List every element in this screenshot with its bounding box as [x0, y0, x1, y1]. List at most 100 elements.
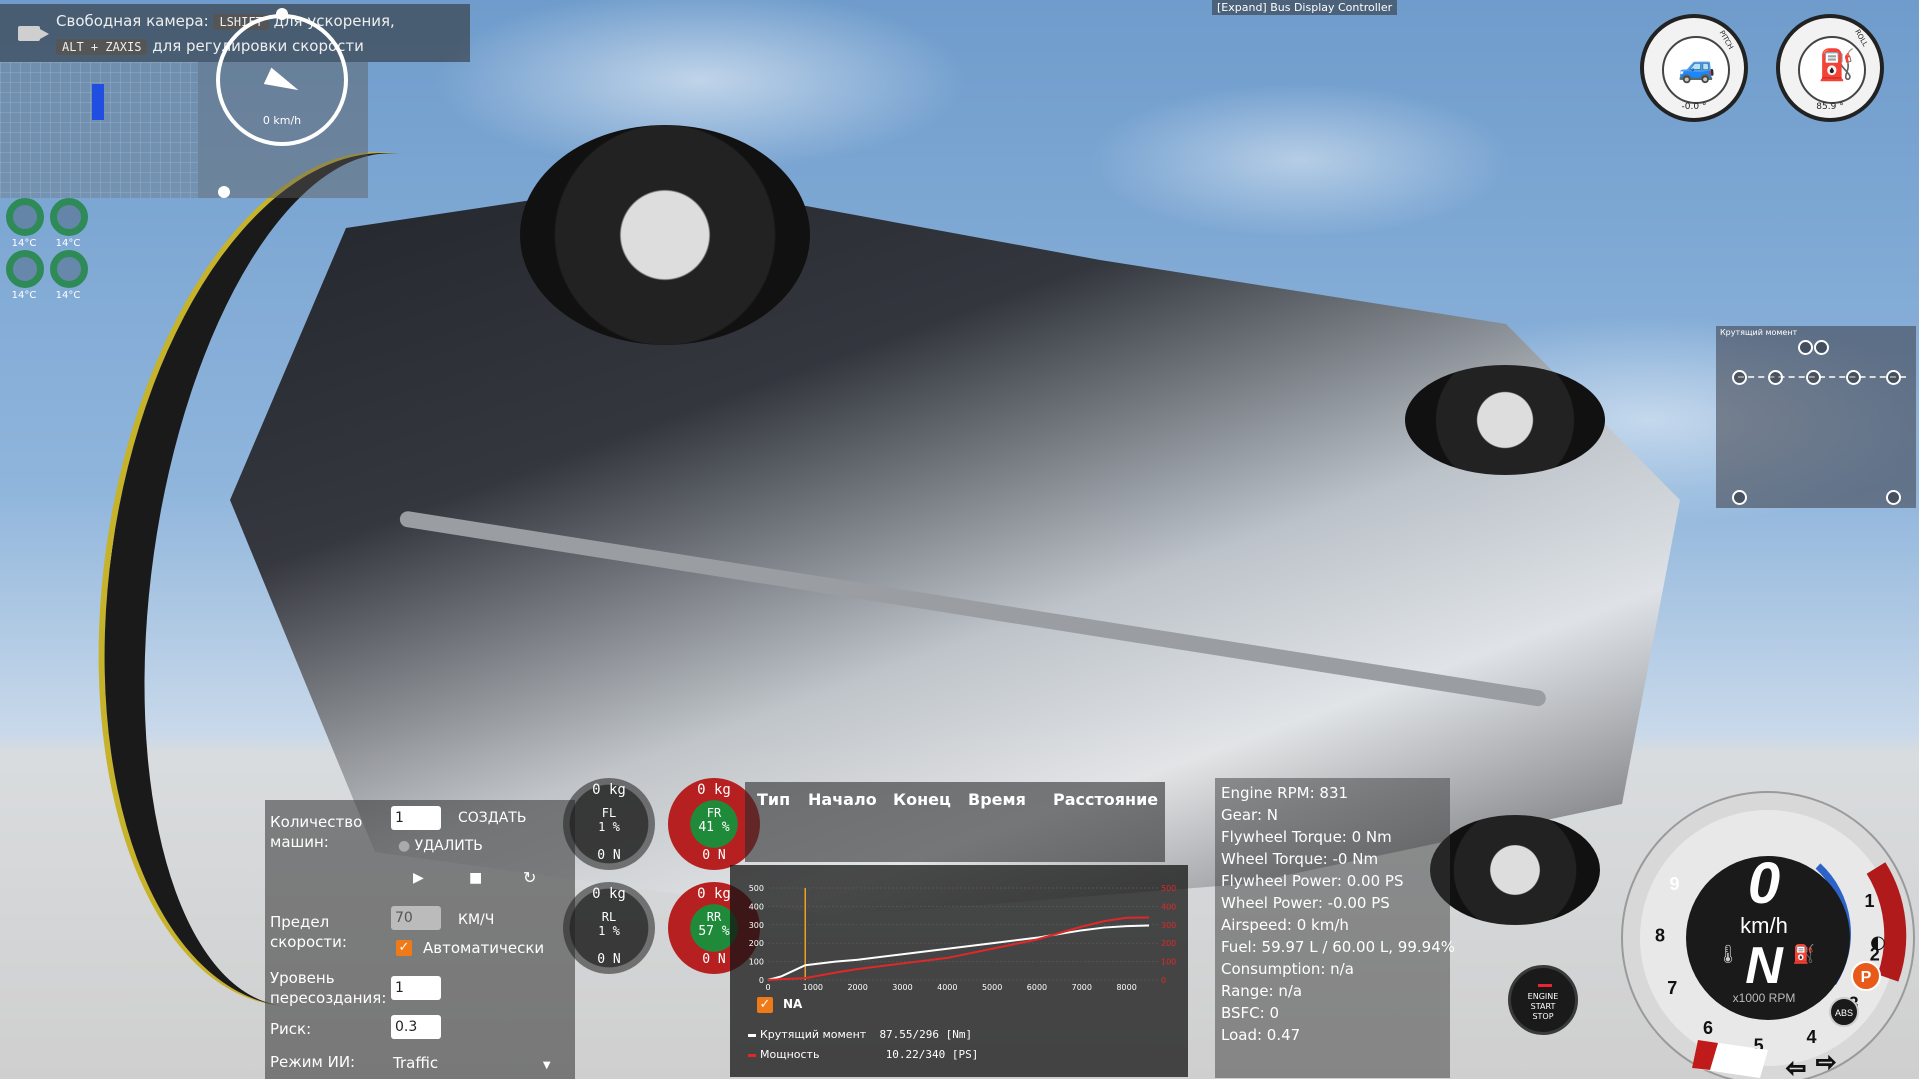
stat-flywheel-torque: Flywheel Torque: 0 Nm [1221, 828, 1392, 846]
pitch-gauge: 🚙 PITCH -0.0 ° [1640, 14, 1748, 122]
y-tick-label: 100 [749, 958, 764, 967]
stat-consumption: Consumption: n/a [1221, 960, 1354, 978]
pitch-value: -0.0 ° [1681, 102, 1707, 112]
stat-airspeed: Airspeed: 0 km/h [1221, 916, 1349, 934]
legend-torque: Крутящий момент 87.55/296 [Nm] [748, 1028, 972, 1041]
gearbox-icon [1798, 340, 1813, 355]
gauge-unit: km/h [1740, 913, 1788, 938]
remove-button[interactable]: ● УДАЛИТЬ [398, 838, 483, 854]
turn-right-icon: ⇨ [1816, 1048, 1836, 1076]
speed-needle-icon [263, 67, 303, 99]
y-tick-label: 400 [749, 902, 764, 911]
stat-gear: Gear: N [1221, 806, 1278, 824]
lower-tire [1430, 815, 1600, 925]
speed-unit: КМ/Ч [458, 912, 495, 928]
engine-stats: Engine RPM: 831 Gear: N Flywheel Torque:… [1215, 778, 1455, 1078]
header-type: Тип [757, 790, 791, 809]
ai-mode-label: Режим ИИ: [270, 1053, 356, 1071]
fuel-pump-icon: ⛽ [1793, 943, 1815, 965]
legend-power: Мощность 10.22/340 [PS] [748, 1048, 978, 1061]
stop-button[interactable]: ■ [469, 870, 482, 886]
engine-start-stop-button[interactable]: ENGINE START STOP [1508, 965, 1578, 1035]
y-tick-label: 300 [749, 921, 764, 930]
gauge-tick-label: 8 [1655, 926, 1665, 946]
auto-label: Автоматически [423, 939, 545, 957]
dyno-plot: 010020030040050001002003004005000 1000 200… [749, 884, 1177, 990]
headlight-icon: ◐ [1870, 932, 1886, 953]
y-tick-label: 200 [749, 939, 764, 948]
gauge-rpm-label: x1000 RPM [1733, 991, 1796, 1005]
y2-tick-label: 300 [1161, 921, 1176, 930]
torque-widget-title: Крутящий момент [1720, 328, 1798, 337]
refresh-button[interactable]: ↻ [523, 868, 536, 887]
minimap[interactable] [0, 62, 198, 198]
x-tick-label: 5000 [982, 983, 1002, 990]
wheel-node-icon [1732, 490, 1747, 505]
y2-tick-label: 200 [1161, 939, 1176, 948]
center-diff-icon [1806, 370, 1821, 385]
camera-title: Свободная камера: [56, 12, 209, 30]
rear-tire [1405, 365, 1605, 475]
risk-input[interactable]: 0.3 [391, 1015, 441, 1039]
y2-tick-label: 0 [1161, 976, 1166, 985]
tire-temp-rr: 14°C [46, 248, 90, 308]
tire-temp-fr: 14°C [46, 196, 90, 256]
gauge-tick-label: 9 [1669, 874, 1679, 894]
header-distance: Расстояние [1053, 790, 1159, 809]
car-side-icon: 🚙 [1678, 50, 1716, 85]
tire-temp-fl: 14°C [2, 196, 46, 256]
vehicle-marker [92, 84, 104, 120]
wheel-node-icon [1886, 490, 1901, 505]
gauge-speed: 0 [1748, 851, 1780, 916]
speed-rpm-gauge: 123456789 0 km/h N x1000 RPM P ABS ◐ 🌡 ⛽… [1621, 791, 1915, 1079]
x-tick-label: 0 [765, 983, 770, 990]
timing-table: Тип Начало Конец Время Расстояние [745, 782, 1165, 862]
na-label: NA [783, 997, 803, 1011]
speed-limit-input[interactable]: 70 [391, 906, 441, 930]
parking-label: P [1861, 969, 1872, 986]
speed-slider-bottom[interactable] [218, 186, 230, 198]
tire-temp-rl: 14°C [2, 248, 46, 308]
power-series-line [767, 916, 1150, 981]
create-button[interactable]: СОЗДАТЬ [458, 810, 526, 826]
na-checkbox[interactable]: ✓ [757, 997, 773, 1013]
header-start: Начало [808, 790, 877, 809]
vehicle-count-input[interactable]: 1 [391, 806, 441, 830]
x-tick-label: 7000 [1072, 983, 1092, 990]
bus-display-controller[interactable]: [Expand] Bus Display Controller [1212, 0, 1398, 15]
ai-mode-select[interactable]: Traffic ▼ [393, 1054, 551, 1072]
y2-tick-label: 100 [1161, 958, 1176, 967]
stat-range: Range: n/a [1221, 982, 1303, 1000]
speed-slider-top[interactable] [276, 8, 288, 20]
gauge-tick-label: 1 [1864, 891, 1874, 911]
stat-bsfc: BSFC: 0 [1221, 1004, 1280, 1022]
y2-tick-label: 400 [1161, 902, 1176, 911]
x-tick-label: 1000 [803, 983, 823, 990]
axle-node-icon [1846, 370, 1861, 385]
respawn-label: Уровень пересоздания: [270, 969, 387, 1007]
y-tick-label: 500 [749, 884, 764, 893]
x-tick-label: 2000 [847, 983, 867, 990]
respawn-input[interactable]: 1 [391, 976, 441, 1000]
stat-wheel-torque: Wheel Torque: -0 Nm [1221, 850, 1379, 868]
header-end: Конец [893, 790, 951, 809]
torque-series-line [767, 924, 1150, 981]
gauge-tick-label: 6 [1703, 1018, 1713, 1038]
axle-node-icon [1886, 370, 1901, 385]
torque-distribution-widget: Крутящий момент [1716, 326, 1916, 508]
mini-speedometer: 0 km/h [216, 14, 348, 146]
x-tick-label: 4000 [937, 983, 957, 990]
chevron-down-icon: ▼ [542, 1060, 551, 1071]
axle-node-icon [1732, 370, 1747, 385]
abs-label: ABS [1835, 1008, 1853, 1018]
header-time: Время [968, 790, 1026, 809]
dyno-chart: 0 100 200 300 400 500 0 100 200 300 400 500 0 1000 200… [730, 865, 1188, 1077]
play-button[interactable]: ▶ [413, 870, 424, 886]
stat-rpm: Engine RPM: 831 [1221, 784, 1349, 802]
stat-fuel: Fuel: 59.97 L / 60.00 L, 99.94% [1221, 938, 1455, 956]
auto-checkbox[interactable]: ✓ [396, 940, 412, 956]
ai-traffic-panel: Количество машин: 1 СОЗДАТЬ ● УДАЛИТЬ ▶ … [265, 800, 575, 1079]
roll-value: 85.9 ° [1816, 102, 1844, 112]
stat-wheel-power: Wheel Power: -0.00 PS [1221, 894, 1390, 912]
y-tick-label: 0 [759, 976, 764, 985]
